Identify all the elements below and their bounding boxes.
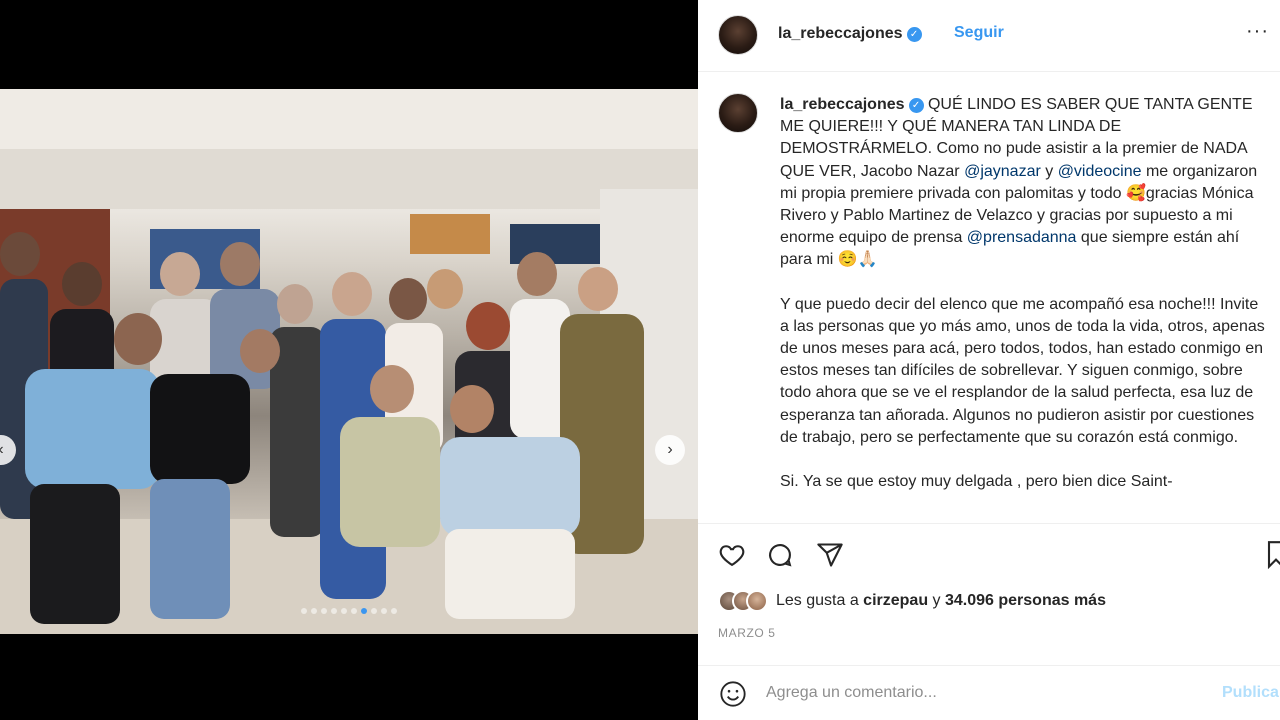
post-header: la_rebeccajones ✓ Seguir ··· [698,0,1280,72]
action-bar: Les gusta a cirzepau y 34.096 personas m… [698,523,1280,673]
caption-text: Y que puedo decir del elenco que me acom… [780,295,1265,446]
likes-summary[interactable]: Les gusta a cirzepau y 34.096 personas m… [718,590,1106,612]
carousel-dot [371,608,377,614]
mention-link[interactable]: @videocine [1058,163,1142,180]
carousel-dot [341,608,347,614]
post-photo[interactable]: ‹ › [0,89,698,634]
verified-icon: ✓ [908,98,924,113]
group-photo-illustration [0,89,698,634]
carousel-dot [311,608,317,614]
carousel-next-button[interactable]: › [655,435,685,465]
chevron-left-icon: ‹ [0,441,4,459]
caption-text: y [1040,162,1058,180]
likes-prefix: Les gusta a [776,592,864,609]
carousel-dot [321,608,327,614]
carousel-dot [381,608,387,614]
caption-area: la_rebeccajones ✓ QUÉ LINDO ES SABER QUE … [698,73,1280,523]
bookmark-icon[interactable] [1266,541,1280,574]
comment-bar: Agrega un comentario... Publica [698,665,1280,720]
likes-middle: y [928,592,945,609]
avatar[interactable] [718,15,758,55]
liker-avatar [746,590,768,612]
post-media: ‹ › [0,0,698,720]
likes-count[interactable]: 34.096 personas más [945,592,1106,609]
caption-paragraph: Y que puedo decir del elenco que me acom… [780,294,1270,449]
mention-link[interactable]: @prensadanna [967,229,1077,246]
likes-text: Les gusta a cirzepau y 34.096 personas m… [776,592,1106,610]
carousel-dot [351,608,357,614]
post-date[interactable]: MARZO 5 [718,626,776,640]
likes-first-user[interactable]: cirzepau [863,592,928,609]
more-options-button[interactable]: ··· [1246,20,1269,43]
carousel-dot [361,608,367,614]
share-icon[interactable] [816,541,844,574]
caption-paragraph: la_rebeccajones ✓ QUÉ LINDO ES SABER QUE … [780,94,1270,272]
caption-username[interactable]: la_rebeccajones [780,96,905,113]
mention-link[interactable]: @jaynazar [964,163,1041,180]
carousel-dot [391,608,397,614]
caption-paragraph: Si. Ya se que estoy muy delgada , pero b… [780,471,1270,493]
header-username[interactable]: la_rebeccajones ✓ [778,25,922,43]
emoji-icon[interactable] [719,680,747,713]
post-caption: la_rebeccajones ✓ QUÉ LINDO ES SABER QUE … [780,94,1270,515]
comment-icon[interactable] [766,541,794,574]
carousel-dot [331,608,337,614]
username-text[interactable]: la_rebeccajones [778,25,903,42]
follow-button[interactable]: Seguir [954,24,1004,42]
carousel-dot [301,608,307,614]
caption-text: Si. Ya se que estoy muy delgada , pero b… [780,473,1173,491]
comment-input[interactable]: Agrega un comentario... [766,684,937,702]
post-panel: la_rebeccajones ✓ Seguir ··· la_rebeccajo… [698,0,1280,720]
publish-button[interactable]: Publica [1222,684,1279,702]
chevron-right-icon: › [667,441,673,458]
verified-icon: ✓ [906,27,922,42]
heart-icon[interactable] [718,541,746,574]
carousel-indicator [0,608,698,614]
caption-avatar[interactable] [718,93,758,133]
